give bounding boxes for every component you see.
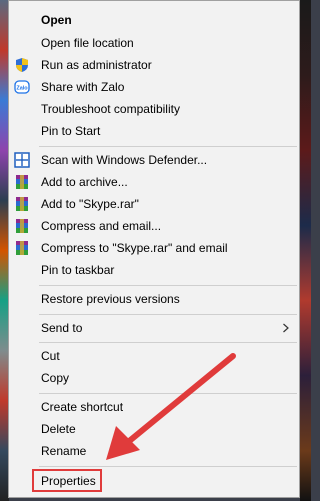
annotation-arrow [106, 353, 236, 460]
